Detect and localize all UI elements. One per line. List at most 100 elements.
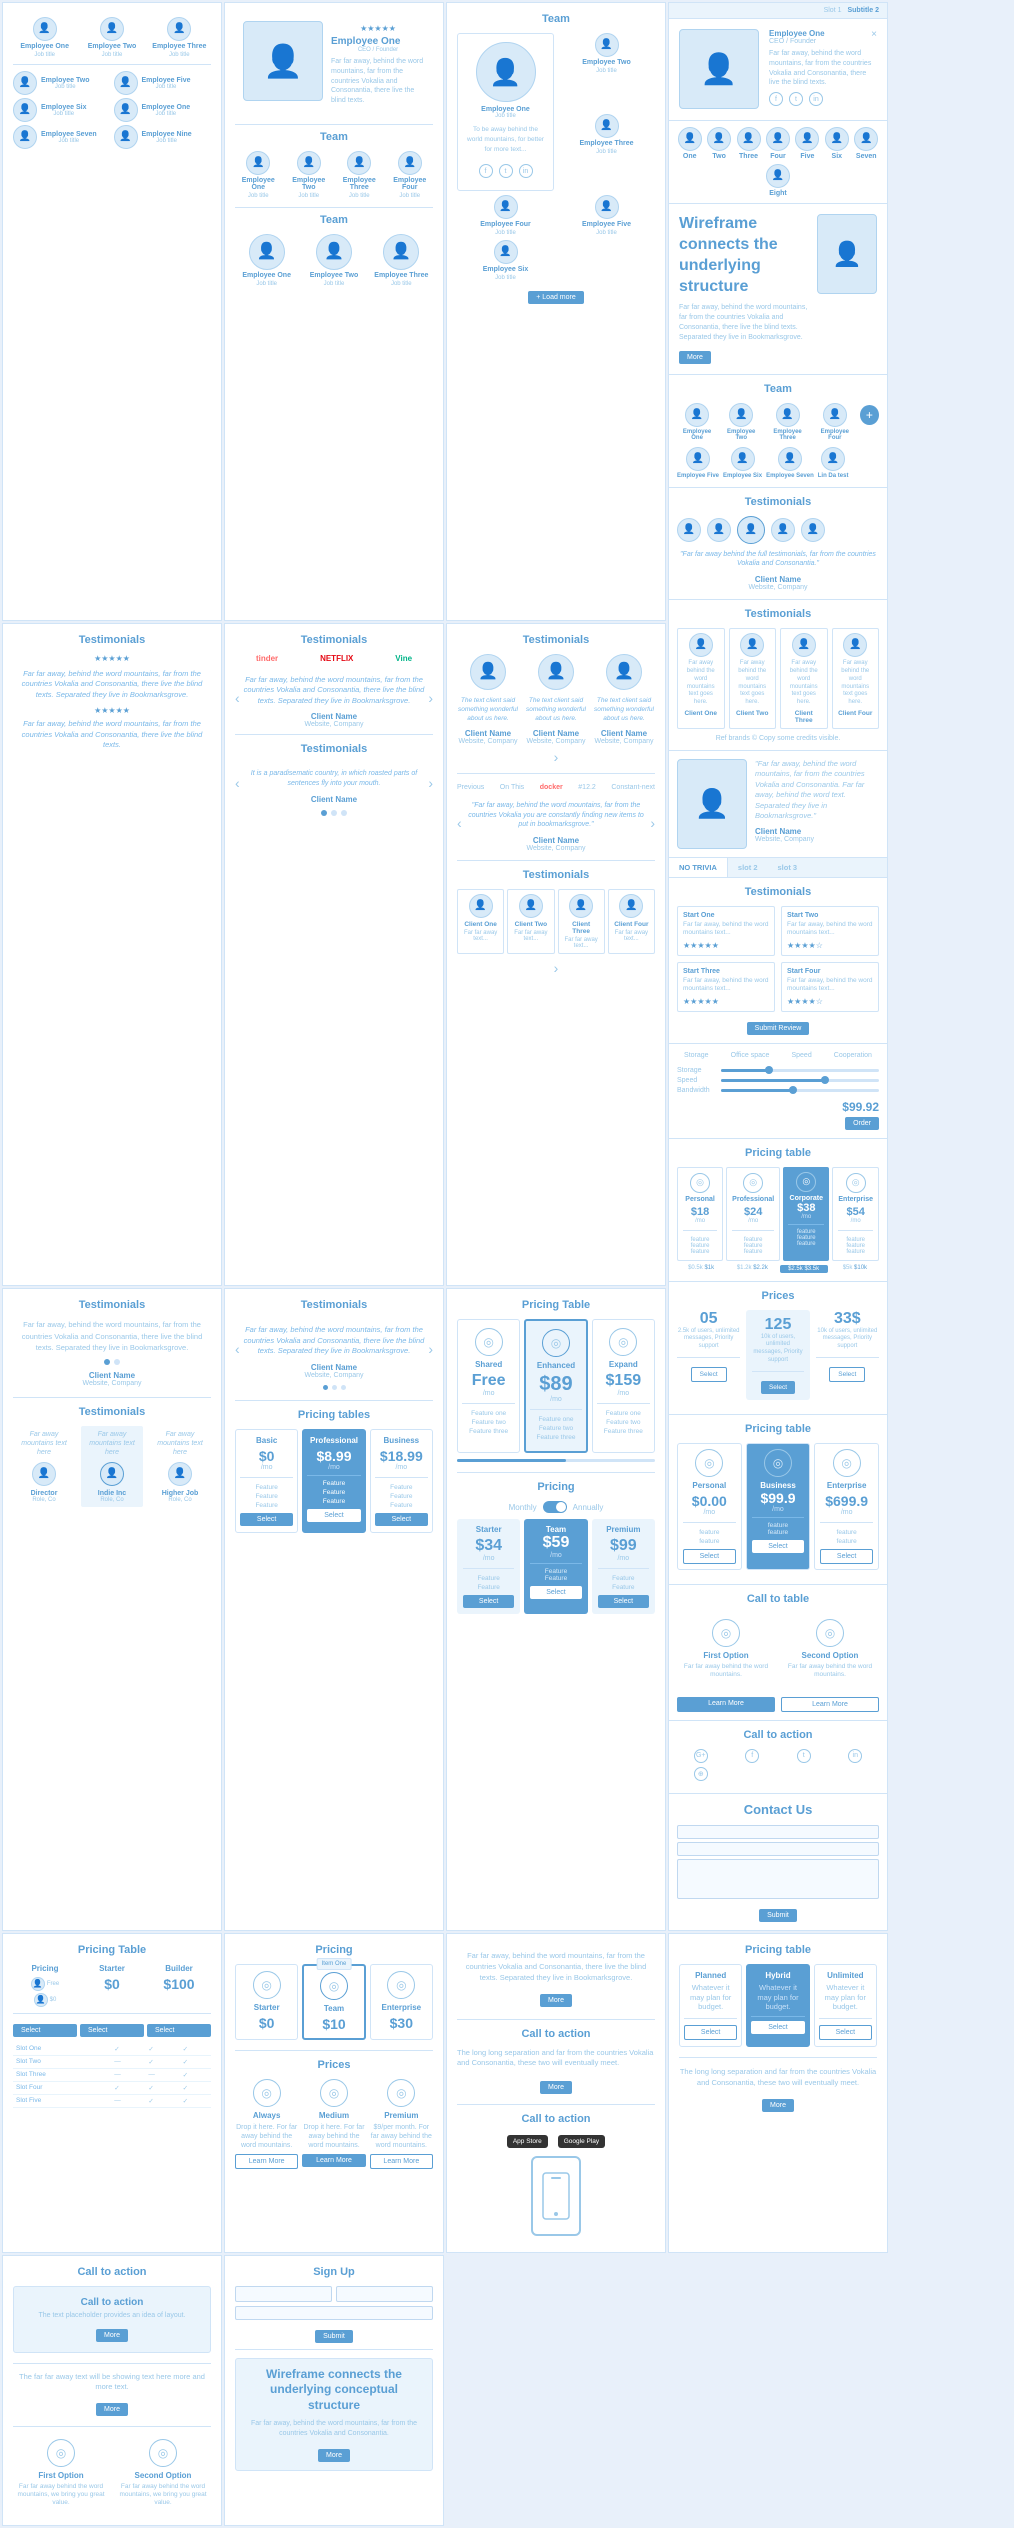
testimonial-item: 👤 The text client said something wonderf… bbox=[593, 654, 655, 745]
select-btn-3[interactable]: Select bbox=[829, 1367, 865, 1382]
team-member: 👤 Employee One Job title bbox=[13, 17, 76, 58]
facebook-icon[interactable]: f bbox=[769, 92, 783, 106]
prev-arrow[interactable]: ‹ bbox=[235, 1341, 240, 1357]
planned-btn[interactable]: Select bbox=[684, 2025, 737, 2040]
cta-more-btn[interactable]: More bbox=[762, 2099, 794, 2112]
tab-slot3[interactable]: slot 3 bbox=[768, 858, 808, 877]
add-team-btn[interactable]: + bbox=[860, 405, 879, 425]
pricing-table-card-main: Pricing Table ◎ Shared Free /mo Feature … bbox=[446, 1288, 666, 1930]
signup-btn[interactable]: Submit bbox=[315, 2330, 353, 2343]
first-name-field[interactable] bbox=[235, 2286, 332, 2302]
select-btn-0[interactable]: Select bbox=[13, 2024, 77, 2037]
avatar: 👤 bbox=[383, 234, 419, 270]
team-btn[interactable]: Select bbox=[530, 1586, 581, 1599]
select-btn-2[interactable]: Select bbox=[761, 1381, 795, 1394]
select-basic-btn[interactable]: Select bbox=[240, 1513, 293, 1526]
next-arrow-4[interactable]: › bbox=[554, 960, 559, 976]
cta-right: ◎ Second Option Far far away behind the … bbox=[781, 1613, 879, 1689]
price-free: ◎ Shared Free /mo Feature one Feature tw… bbox=[457, 1319, 520, 1453]
select-btn[interactable]: Select bbox=[683, 1549, 736, 1564]
price-premium-btn[interactable]: Learn More bbox=[370, 2154, 433, 2169]
message-field[interactable] bbox=[677, 1859, 879, 1899]
cta-signup-card: Call to action Call to action The text p… bbox=[2, 2255, 222, 2526]
select-btn-featured[interactable]: Select bbox=[752, 1540, 805, 1553]
order-btn[interactable]: Order bbox=[845, 1117, 879, 1130]
tab-notrivia[interactable]: NO TRIVIA bbox=[669, 858, 728, 877]
avatar: 👤 bbox=[494, 240, 518, 264]
team-featured-card: Team 👤 Employee One Job title To be away… bbox=[446, 2, 666, 621]
team-member: 👤 Employee Three Job title bbox=[558, 114, 655, 191]
select-btn-1[interactable]: Select bbox=[80, 2024, 144, 2037]
employee-item: 👤 Employee Seven Job title bbox=[13, 125, 111, 149]
avatar: 👤 bbox=[114, 125, 138, 149]
pricing-item-icon: Pricing ◎ Starter $0 Item One ◎ Team $10… bbox=[224, 1933, 444, 2253]
last-name-field[interactable] bbox=[336, 2286, 433, 2302]
more-btn[interactable]: More bbox=[540, 1994, 572, 2007]
team-member: 👤 Employee Three Job title bbox=[148, 17, 211, 58]
contact-submit-btn[interactable]: Submit bbox=[759, 1909, 797, 1922]
select-btn-1[interactable]: Select bbox=[691, 1367, 727, 1382]
social-g[interactable]: G+ bbox=[677, 1749, 725, 1763]
next-arrow-3[interactable]: › bbox=[650, 815, 655, 831]
price-item-one: Item One ◎ Team $10 bbox=[302, 1964, 365, 2040]
next-arrow-2[interactable]: › bbox=[428, 775, 433, 791]
team-card-small-list: 👤 Employee One Job title 👤 Employee Two … bbox=[2, 2, 222, 621]
wireframe-main-card: Slot 1 Subtitle 2 👤 Employee One CEO / F… bbox=[668, 2, 888, 1931]
twitter-icon[interactable]: t bbox=[789, 92, 803, 106]
option-second: ◎ Second Option Far far away behind the … bbox=[115, 2435, 211, 2515]
unlimited-btn[interactable]: Select bbox=[819, 2025, 872, 2040]
email-signup-field[interactable] bbox=[235, 2306, 433, 2320]
app-store-btn[interactable]: App Store bbox=[507, 2135, 548, 2148]
next-arrow[interactable]: › bbox=[554, 749, 559, 765]
price-premium: ◎ Expand $159 /mo Feature one Feature tw… bbox=[592, 1319, 655, 1453]
cta-btn[interactable]: More bbox=[540, 2081, 572, 2094]
team-member: 👤 Employee Three Job title bbox=[370, 234, 433, 287]
linkedin-icon[interactable]: in bbox=[809, 92, 823, 106]
cta-more-btn-2[interactable]: More bbox=[96, 2403, 128, 2416]
team-member: 👤 Employee Four Job title bbox=[457, 195, 554, 236]
premium-btn[interactable]: Select bbox=[598, 1595, 649, 1608]
pricing-toggle[interactable] bbox=[543, 1501, 567, 1513]
name-field[interactable] bbox=[677, 1825, 879, 1839]
hybrid-btn[interactable]: Select bbox=[751, 2021, 804, 2034]
more-btn[interactable]: More bbox=[679, 351, 711, 364]
email-field[interactable] bbox=[677, 1842, 879, 1856]
next-arrow[interactable]: › bbox=[428, 690, 433, 706]
select-btn[interactable]: Select bbox=[820, 1549, 873, 1564]
select-pro-btn[interactable]: Select bbox=[307, 1509, 360, 1522]
cta-action-btn[interactable]: More bbox=[96, 2329, 128, 2342]
avatar: 👤 bbox=[114, 98, 138, 122]
avatar: 👤 bbox=[100, 17, 124, 41]
wireframe-btn[interactable]: More bbox=[318, 2449, 350, 2462]
google-play-btn[interactable]: Google Play bbox=[558, 2135, 605, 2148]
social-in[interactable]: in bbox=[832, 1749, 880, 1763]
social-t[interactable]: t bbox=[780, 1749, 828, 1763]
prev-arrow[interactable]: ‹ bbox=[235, 690, 240, 706]
submit-review-btn[interactable]: Submit Review bbox=[747, 1022, 810, 1035]
pricing-basic: Basic $0 /mo Feature Feature Feature Sel… bbox=[235, 1429, 298, 1533]
pricing-col-enterprise: ◎ Enterprise $54 /mo feature feature fea… bbox=[832, 1167, 879, 1261]
select-biz-btn[interactable]: Select bbox=[375, 1513, 428, 1526]
social-f[interactable]: f bbox=[729, 1749, 777, 1763]
tab-slot2[interactable]: slot 2 bbox=[728, 858, 768, 877]
load-more-btn[interactable]: + Load more bbox=[528, 291, 584, 304]
price-medium-btn[interactable]: Learn More bbox=[302, 2154, 365, 2167]
prev-arrow-3[interactable]: ‹ bbox=[457, 815, 462, 831]
learn-more-btn-1[interactable]: Learn More bbox=[677, 1697, 775, 1712]
learn-more-btn-2[interactable]: Learn More bbox=[781, 1697, 879, 1712]
avatar: 👤 bbox=[246, 151, 270, 175]
next-arrow[interactable]: › bbox=[428, 1341, 433, 1357]
prev-arrow-2[interactable]: ‹ bbox=[235, 775, 240, 791]
body-text-cta-card: Far far away, behind the word mountains,… bbox=[446, 1933, 666, 2253]
pricing-3plans-card: Pricing table Planned Whatever it may pl… bbox=[668, 1933, 888, 2253]
price-always-btn[interactable]: Learn More bbox=[235, 2154, 298, 2169]
team-member: 👤 Employee One Job title bbox=[235, 151, 282, 199]
price-team-featured: Team $59 /mo Feature Feature Select bbox=[524, 1519, 587, 1614]
employee-item: 👤 Employee Five Job title bbox=[114, 71, 212, 95]
social-rss[interactable]: ⊕ bbox=[677, 1767, 725, 1781]
starter-btn[interactable]: Select bbox=[463, 1595, 514, 1608]
avatar-xl: 👤 bbox=[679, 29, 759, 109]
pricing-col-corporate: ◎ Corporate $38 /mo feature feature feat… bbox=[783, 1167, 829, 1261]
close-icon[interactable]: × bbox=[871, 29, 877, 40]
select-btn-2[interactable]: Select bbox=[147, 2024, 211, 2037]
